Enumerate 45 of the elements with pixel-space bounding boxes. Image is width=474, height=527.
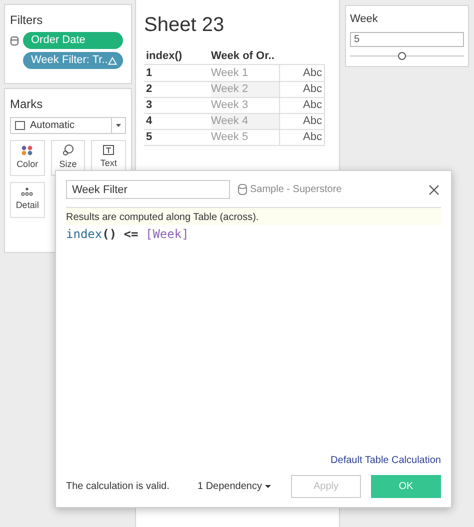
table-cell-text: Week 5 <box>211 130 250 145</box>
table-cell: Abc <box>279 114 325 129</box>
color-dots-icon <box>21 144 34 156</box>
table-cell-text: 1 <box>145 66 154 81</box>
table-cell: Abc <box>279 82 325 97</box>
formula-editor[interactable]: index() <= [Week] <box>66 225 441 243</box>
slider-thumb[interactable] <box>398 52 406 60</box>
database-icon <box>10 36 19 46</box>
table-cell: Abc <box>279 130 325 145</box>
table-cell-text: 3 <box>145 98 154 114</box>
text-box-icon <box>103 145 114 156</box>
info-message: Results are computed along Table (across). <box>66 207 441 225</box>
text-mark-icon <box>15 121 25 130</box>
slider-track[interactable] <box>350 50 464 60</box>
calculation-name-field[interactable]: Week Filter <box>66 180 230 199</box>
caret-icon <box>265 485 271 488</box>
validation-status: The calculation is valid. <box>66 480 170 494</box>
mark-card-button[interactable]: Detail <box>10 182 45 218</box>
close-button[interactable] <box>428 184 440 196</box>
table-cell-text: Week 3 <box>211 98 250 113</box>
table-cell-text: 4 <box>145 114 154 130</box>
table-cell-text: Week 1 <box>211 66 250 81</box>
triangle-icon <box>108 56 117 64</box>
parameter-input[interactable]: 5 <box>350 32 464 46</box>
dependency-dropdown[interactable]: 1 Dependency <box>198 479 271 494</box>
table-cell: Week 2 <box>211 82 279 97</box>
sheet-title: Sheet 23 <box>144 13 226 38</box>
table-cell-text: 2 <box>145 82 154 98</box>
table-cell: Abc <box>279 65 325 81</box>
parameter-title: Week <box>350 12 379 27</box>
panel-title: Filters <box>10 12 44 29</box>
detail-dots-icon <box>21 187 34 198</box>
mark-type-dropdown[interactable]: Automatic <box>10 117 126 134</box>
caret-icon <box>116 124 121 127</box>
table-cell: Week 4 <box>211 114 279 129</box>
panel-title: Marks <box>10 96 44 113</box>
default-table-calculation-link[interactable]: Default Table Calculation <box>330 453 441 468</box>
column-header: Week of Or.. <box>211 48 276 64</box>
data-source-label: Sample - Superstore <box>250 183 342 197</box>
column-header: index() <box>145 48 184 64</box>
mark-card-button[interactable]: Color <box>10 140 45 176</box>
table-cell: Abc <box>279 98 325 113</box>
size-circles-icon <box>62 144 74 156</box>
table-cell-text: 5 <box>145 130 154 146</box>
database-icon <box>238 184 247 195</box>
